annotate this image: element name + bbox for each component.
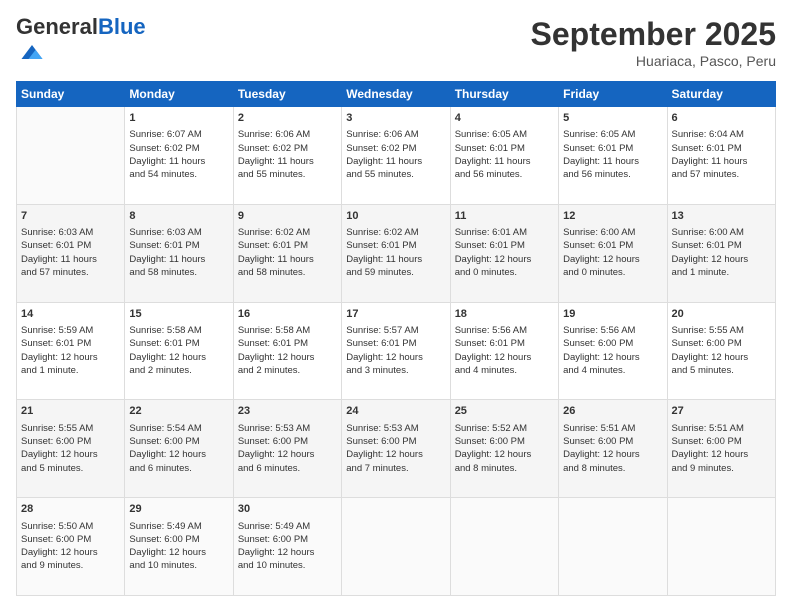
day-number: 29	[129, 502, 228, 517]
day-of-week-header: Thursday	[450, 82, 558, 107]
calendar-cell: 18Sunrise: 5:56 AMSunset: 6:01 PMDayligh…	[450, 302, 558, 400]
calendar-cell: 10Sunrise: 6:02 AMSunset: 6:01 PMDayligh…	[342, 204, 450, 302]
calendar-cell: 11Sunrise: 6:01 AMSunset: 6:01 PMDayligh…	[450, 204, 558, 302]
calendar-cell: 26Sunrise: 5:51 AMSunset: 6:00 PMDayligh…	[559, 400, 667, 498]
day-number: 4	[455, 111, 554, 126]
calendar-cell	[17, 107, 125, 205]
day-number: 5	[563, 111, 662, 126]
calendar-week-row: 28Sunrise: 5:50 AMSunset: 6:00 PMDayligh…	[17, 498, 776, 596]
calendar-cell: 5Sunrise: 6:05 AMSunset: 6:01 PMDaylight…	[559, 107, 667, 205]
calendar-cell: 16Sunrise: 5:58 AMSunset: 6:01 PMDayligh…	[233, 302, 341, 400]
day-number: 23	[238, 404, 337, 419]
month-title: September 2025	[531, 16, 776, 53]
header: GeneralBlue September 2025 Huariaca, Pas…	[16, 16, 776, 71]
logo-general: General	[16, 14, 98, 39]
day-number: 8	[129, 209, 228, 224]
calendar-cell: 1Sunrise: 6:07 AMSunset: 6:02 PMDaylight…	[125, 107, 233, 205]
calendar-cell: 30Sunrise: 5:49 AMSunset: 6:00 PMDayligh…	[233, 498, 341, 596]
day-number: 24	[346, 404, 445, 419]
day-number: 20	[672, 307, 771, 322]
calendar-cell: 14Sunrise: 5:59 AMSunset: 6:01 PMDayligh…	[17, 302, 125, 400]
day-number: 9	[238, 209, 337, 224]
logo-icon	[18, 38, 46, 66]
calendar-cell	[559, 498, 667, 596]
calendar-cell: 21Sunrise: 5:55 AMSunset: 6:00 PMDayligh…	[17, 400, 125, 498]
calendar-cell: 29Sunrise: 5:49 AMSunset: 6:00 PMDayligh…	[125, 498, 233, 596]
calendar-cell: 6Sunrise: 6:04 AMSunset: 6:01 PMDaylight…	[667, 107, 775, 205]
calendar-body: 1Sunrise: 6:07 AMSunset: 6:02 PMDaylight…	[17, 107, 776, 596]
calendar-cell: 7Sunrise: 6:03 AMSunset: 6:01 PMDaylight…	[17, 204, 125, 302]
day-number: 12	[563, 209, 662, 224]
calendar-cell	[667, 498, 775, 596]
day-number: 2	[238, 111, 337, 126]
calendar-cell: 3Sunrise: 6:06 AMSunset: 6:02 PMDaylight…	[342, 107, 450, 205]
calendar-week-row: 21Sunrise: 5:55 AMSunset: 6:00 PMDayligh…	[17, 400, 776, 498]
calendar-cell: 15Sunrise: 5:58 AMSunset: 6:01 PMDayligh…	[125, 302, 233, 400]
calendar-week-row: 14Sunrise: 5:59 AMSunset: 6:01 PMDayligh…	[17, 302, 776, 400]
day-number: 19	[563, 307, 662, 322]
day-number: 17	[346, 307, 445, 322]
day-number: 30	[238, 502, 337, 517]
calendar-cell: 13Sunrise: 6:00 AMSunset: 6:01 PMDayligh…	[667, 204, 775, 302]
calendar-week-row: 1Sunrise: 6:07 AMSunset: 6:02 PMDaylight…	[17, 107, 776, 205]
calendar-header: SundayMondayTuesdayWednesdayThursdayFrid…	[17, 82, 776, 107]
logo: GeneralBlue	[16, 16, 146, 71]
calendar-cell: 19Sunrise: 5:56 AMSunset: 6:00 PMDayligh…	[559, 302, 667, 400]
day-number: 11	[455, 209, 554, 224]
calendar-table: SundayMondayTuesdayWednesdayThursdayFrid…	[16, 81, 776, 596]
day-number: 14	[21, 307, 120, 322]
calendar-cell: 4Sunrise: 6:05 AMSunset: 6:01 PMDaylight…	[450, 107, 558, 205]
calendar-cell: 9Sunrise: 6:02 AMSunset: 6:01 PMDaylight…	[233, 204, 341, 302]
day-number: 3	[346, 111, 445, 126]
day-number: 10	[346, 209, 445, 224]
calendar-header-row: SundayMondayTuesdayWednesdayThursdayFrid…	[17, 82, 776, 107]
calendar-cell	[342, 498, 450, 596]
day-number: 28	[21, 502, 120, 517]
calendar-cell: 22Sunrise: 5:54 AMSunset: 6:00 PMDayligh…	[125, 400, 233, 498]
calendar-cell: 24Sunrise: 5:53 AMSunset: 6:00 PMDayligh…	[342, 400, 450, 498]
subtitle: Huariaca, Pasco, Peru	[531, 53, 776, 69]
day-number: 18	[455, 307, 554, 322]
day-of-week-header: Friday	[559, 82, 667, 107]
calendar-cell: 27Sunrise: 5:51 AMSunset: 6:00 PMDayligh…	[667, 400, 775, 498]
day-number: 15	[129, 307, 228, 322]
day-number: 7	[21, 209, 120, 224]
logo-text: GeneralBlue	[16, 16, 146, 38]
day-number: 6	[672, 111, 771, 126]
day-of-week-header: Tuesday	[233, 82, 341, 107]
logo-blue: Blue	[98, 14, 146, 39]
day-number: 13	[672, 209, 771, 224]
day-number: 16	[238, 307, 337, 322]
calendar-cell: 20Sunrise: 5:55 AMSunset: 6:00 PMDayligh…	[667, 302, 775, 400]
calendar-cell: 17Sunrise: 5:57 AMSunset: 6:01 PMDayligh…	[342, 302, 450, 400]
day-of-week-header: Wednesday	[342, 82, 450, 107]
day-number: 22	[129, 404, 228, 419]
day-of-week-header: Monday	[125, 82, 233, 107]
calendar-cell: 12Sunrise: 6:00 AMSunset: 6:01 PMDayligh…	[559, 204, 667, 302]
page: GeneralBlue September 2025 Huariaca, Pas…	[0, 0, 792, 612]
day-number: 21	[21, 404, 120, 419]
day-of-week-header: Saturday	[667, 82, 775, 107]
day-number: 25	[455, 404, 554, 419]
day-of-week-header: Sunday	[17, 82, 125, 107]
calendar-cell: 28Sunrise: 5:50 AMSunset: 6:00 PMDayligh…	[17, 498, 125, 596]
calendar-cell: 8Sunrise: 6:03 AMSunset: 6:01 PMDaylight…	[125, 204, 233, 302]
day-number: 26	[563, 404, 662, 419]
calendar-cell: 2Sunrise: 6:06 AMSunset: 6:02 PMDaylight…	[233, 107, 341, 205]
day-number: 1	[129, 111, 228, 126]
day-number: 27	[672, 404, 771, 419]
calendar-cell	[450, 498, 558, 596]
calendar-week-row: 7Sunrise: 6:03 AMSunset: 6:01 PMDaylight…	[17, 204, 776, 302]
calendar-cell: 23Sunrise: 5:53 AMSunset: 6:00 PMDayligh…	[233, 400, 341, 498]
title-block: September 2025 Huariaca, Pasco, Peru	[531, 16, 776, 69]
calendar-cell: 25Sunrise: 5:52 AMSunset: 6:00 PMDayligh…	[450, 400, 558, 498]
